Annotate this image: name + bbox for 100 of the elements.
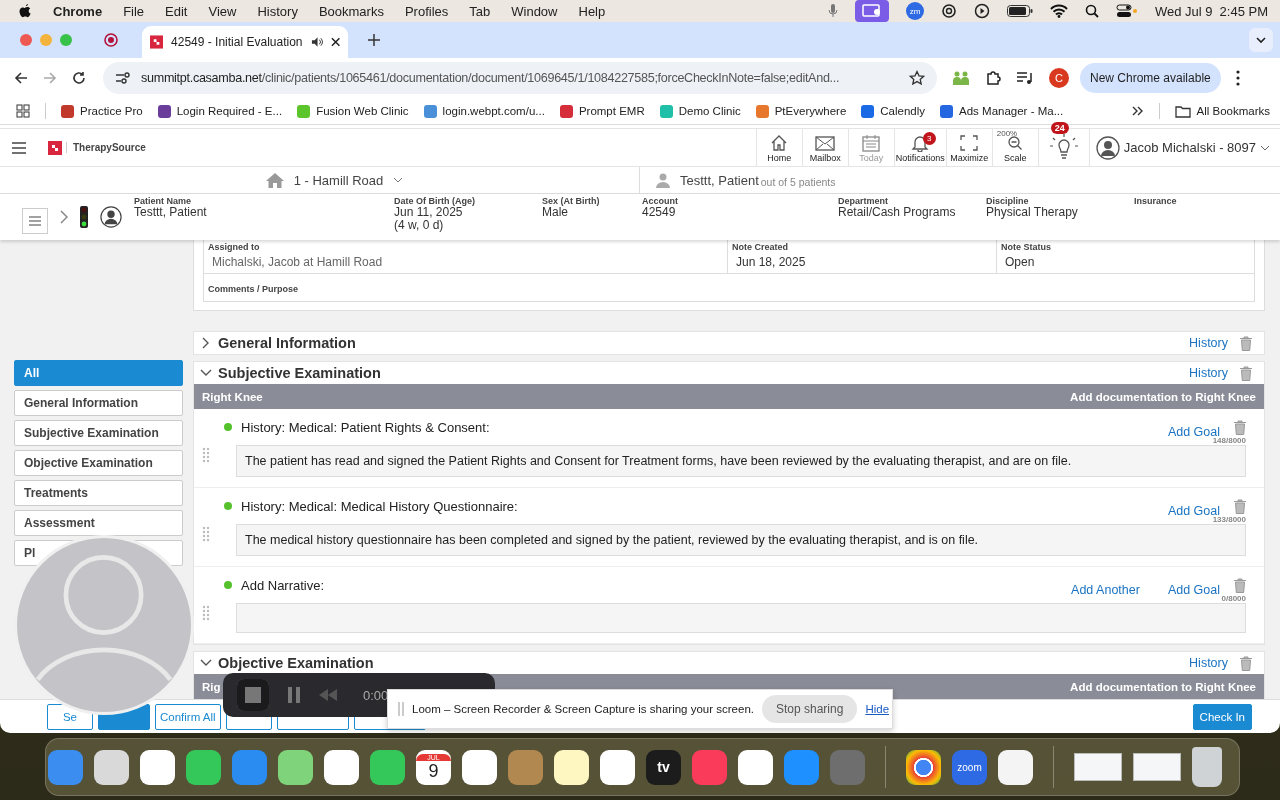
stop-icon[interactable]: [237, 679, 269, 711]
window-thumbnail[interactable]: [1074, 753, 1122, 781]
menu-item[interactable]: File: [123, 3, 145, 19]
double-chevron-icon[interactable]: [1131, 106, 1144, 116]
browser-tab[interactable]: 42549 - Initial Evaluation: [142, 26, 348, 58]
bookmark-link[interactable]: Practice Pro: [61, 104, 143, 118]
chevron-right-icon[interactable]: [60, 210, 68, 224]
sidebar-item[interactable]: Objective Examination: [14, 450, 183, 476]
trash-icon[interactable]: [1234, 498, 1246, 514]
bookmark-link[interactable]: Calendly: [861, 104, 926, 118]
back-arrow-icon[interactable]: [14, 71, 28, 85]
sidebar-item[interactable]: Assessment: [14, 510, 183, 536]
menu-item[interactable]: Help: [578, 3, 606, 19]
profile-avatar[interactable]: C: [1049, 68, 1069, 88]
menu-item[interactable]: Tab: [469, 3, 491, 19]
drag-handle-icon[interactable]: [202, 447, 210, 463]
new-tab-icon[interactable]: [368, 34, 380, 46]
toggle-switches-icon[interactable]: [1116, 4, 1138, 18]
bookmark-link[interactable]: Prompt EMR: [559, 104, 645, 118]
star-icon[interactable]: [909, 70, 925, 86]
drag-handle-icon[interactable]: [202, 526, 210, 542]
stop-sharing-button[interactable]: Stop sharing: [762, 695, 858, 723]
site-settings-icon[interactable]: [115, 71, 131, 85]
menu-item[interactable]: Bookmarks: [318, 3, 384, 19]
bookmark-link[interactable]: Fusion Web Clinic: [297, 104, 409, 118]
check-in-button[interactable]: Check In: [1192, 703, 1252, 730]
battery-icon[interactable]: [1007, 5, 1033, 17]
sidebar-item[interactable]: Treatments: [14, 480, 183, 506]
microphone-icon[interactable]: [828, 4, 838, 18]
hide-link[interactable]: Hide: [865, 703, 890, 715]
patient-switcher-name[interactable]: Testtt, Patient: [680, 172, 759, 188]
update-chrome-button[interactable]: New Chrome available: [1080, 63, 1221, 93]
user-menu[interactable]: Jacob Michalski - 8097: [1088, 129, 1280, 166]
video-app-icon[interactable]: zoom: [952, 749, 987, 785]
speaker-icon[interactable]: [310, 36, 323, 48]
close-window-icon[interactable]: [20, 34, 32, 46]
trash-icon[interactable]: [1240, 335, 1252, 351]
add-link[interactable]: Add Goal: [1167, 583, 1220, 597]
chevron-icon[interactable]: [202, 337, 210, 349]
chevron-icon[interactable]: [200, 369, 212, 377]
play-icon[interactable]: [974, 3, 990, 19]
tv-app-icon[interactable]: tv: [646, 749, 681, 785]
menu-item[interactable]: Window: [511, 3, 558, 19]
history-link[interactable]: History: [1189, 656, 1228, 670]
menu-icon[interactable]: [12, 141, 26, 154]
people-icon[interactable]: [952, 70, 970, 86]
history-link[interactable]: History: [1189, 336, 1228, 350]
media-queue-icon[interactable]: [1016, 71, 1034, 85]
apps-grid-icon[interactable]: [16, 104, 30, 118]
close-icon[interactable]: [330, 37, 340, 47]
menu-button[interactable]: [22, 208, 48, 234]
pause-icon[interactable]: [287, 687, 301, 703]
section-header[interactable]: Objective Examination History: [194, 652, 1264, 674]
section-header[interactable]: Subjective Examination History: [194, 362, 1264, 384]
chevron-icon[interactable]: [200, 659, 212, 667]
bookmark-link[interactable]: Demo Clinic: [659, 104, 741, 118]
trash-icon[interactable]: [1234, 419, 1246, 435]
drag-handle-icon[interactable]: [398, 702, 404, 716]
bookmark-link[interactable]: login.webpt.com/u...: [423, 104, 545, 118]
more-options-icon[interactable]: [1235, 70, 1240, 86]
sidebar-item[interactable]: General Information: [14, 390, 183, 416]
location-dropdown[interactable]: 1 - Hamill Road: [265, 167, 404, 193]
puzzle-icon[interactable]: [985, 70, 1001, 86]
status-dot-icon: [224, 423, 232, 431]
history-link[interactable]: History: [1189, 366, 1228, 380]
add-link[interactable]: Add Goal: [1167, 504, 1220, 518]
menu-item[interactable]: History: [257, 3, 298, 19]
chevron-down-icon[interactable]: [1249, 28, 1273, 52]
search-icon[interactable]: [1085, 4, 1099, 18]
wifi-icon[interactable]: [1050, 4, 1068, 18]
address-bar[interactable]: summitpt.casamba.net/clinic/patients/1065461/documentation/document/1069645/1/1084227585;forceCheckInNote=false;editAnd...: [103, 62, 937, 94]
record-icon[interactable]: [104, 33, 118, 47]
add-link[interactable]: Add Goal: [1167, 425, 1220, 439]
text-area[interactable]: The medical history questionnaire has been completed and signed by the patient, reviewed by the evaluating therapist, and is on file.: [236, 524, 1246, 556]
window-thumbnail[interactable]: [1133, 753, 1181, 781]
browser-icon[interactable]: [906, 749, 941, 785]
add-link[interactable]: Add Another: [1071, 583, 1140, 597]
bookmark-link[interactable]: Login Required - E...: [157, 104, 283, 118]
screen-share-icon[interactable]: [855, 0, 889, 22]
trash-icon[interactable]: [1234, 577, 1246, 593]
sidebar-item[interactable]: All: [14, 360, 183, 386]
menu-item[interactable]: View: [208, 3, 237, 19]
bookmark-link[interactable]: Ads Manager - Ma...: [940, 104, 1064, 118]
section-header[interactable]: General Information History: [194, 332, 1264, 354]
menu-item[interactable]: Edit: [165, 3, 188, 19]
nav-button[interactable]: Notifications 3: [893, 129, 946, 166]
menu-item[interactable]: Profiles: [404, 3, 449, 19]
apple-icon[interactable]: [18, 3, 32, 19]
section-title: General Information: [218, 335, 357, 351]
field-label: Department: [838, 196, 889, 206]
zoom-status-icon[interactable]: zm: [906, 2, 924, 20]
menu-app-name[interactable]: Chrome: [53, 3, 103, 19]
reload-icon[interactable]: [72, 71, 86, 85]
sidebar-item[interactable]: Subjective Examination: [14, 420, 183, 446]
all-bookmarks-link[interactable]: All Bookmarks: [1174, 104, 1270, 118]
trash-icon[interactable]: [1240, 655, 1252, 671]
bookmark-link[interactable]: PtEverywhere: [755, 104, 847, 118]
drag-handle-icon[interactable]: [202, 605, 210, 621]
text-area[interactable]: The patient has read and signed the Patient Rights and Consent for Treatment forms, have been reviewed by the evaluating therapist, and are on file.: [236, 445, 1246, 477]
trash-icon[interactable]: [1240, 365, 1252, 381]
